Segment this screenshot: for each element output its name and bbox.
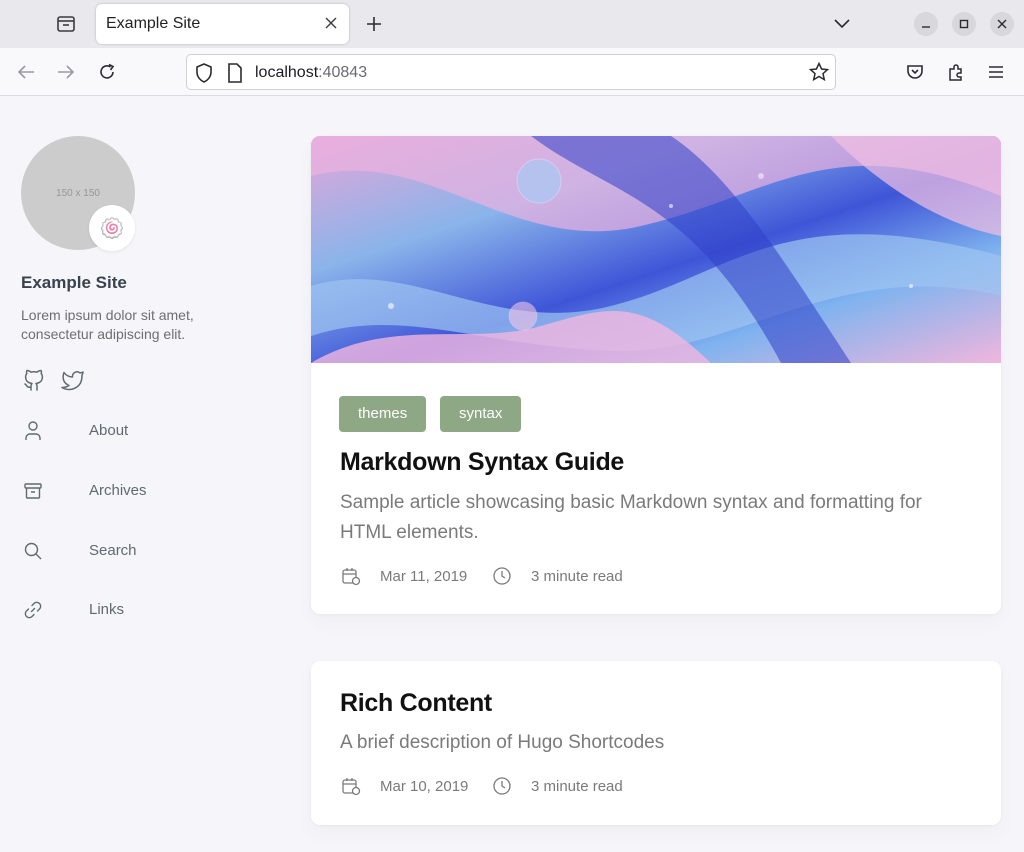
bookmark-star-icon[interactable] [808,61,830,87]
twitter-icon[interactable] [60,367,86,393]
tab-overview-icon[interactable] [52,12,80,36]
avatar-placeholder-text: 150 x 150 [56,187,100,199]
tab-title: Example Site [106,15,201,32]
avatar-emoji: 🍥 [89,205,135,251]
site-name[interactable]: Example Site [21,273,127,293]
nav-bar: localhost:40843 [0,48,1024,96]
maximize-icon[interactable] [952,12,976,36]
menu-item-links[interactable]: Links [21,595,241,625]
back-icon[interactable] [14,60,38,84]
menu-item-search[interactable]: Search [21,536,241,566]
post-read-time: 3 minute read [531,778,623,795]
tag-syntax[interactable]: syntax [440,396,522,432]
post-date: Mar 11, 2019 [380,568,468,585]
menu-label: About [89,422,129,439]
menu-icon[interactable] [984,60,1008,84]
post-title[interactable]: Markdown Syntax Guide [340,448,624,477]
close-window-icon[interactable] [990,12,1014,36]
reload-icon[interactable] [95,60,119,84]
menu-label: Links [89,601,125,618]
tag-themes[interactable]: themes [339,396,427,432]
menu-label: Search [89,542,137,559]
shield-icon[interactable] [195,63,213,88]
link-icon [21,598,45,622]
calendar-icon [340,775,362,797]
url-port: :40843 [318,64,368,81]
post-hero-image[interactable] [311,136,1001,363]
tag-list: themes syntax [339,396,739,432]
calendar-icon [340,565,362,587]
post-description: A brief description of Hugo Shortcodes [340,732,665,753]
extensions-icon[interactable] [944,60,968,84]
menu-label: Archives [89,482,147,499]
post-card[interactable]: themes syntax Markdown Syntax Guide Samp… [311,136,1001,614]
github-icon[interactable] [21,367,47,393]
post-read-time: 3 minute read [531,568,623,585]
sidebar: 150 x 150 🍥 Example Site Lorem ipsum dol… [0,97,290,852]
user-icon [21,419,45,443]
minimize-icon[interactable] [914,12,938,36]
post-description: Sample article showcasing basic Markdown… [340,492,922,543]
archive-icon [21,479,45,503]
chevron-down-icon[interactable] [830,12,854,36]
search-icon [21,539,45,563]
clock-icon [491,565,513,587]
url-text[interactable]: localhost:40843 [255,64,367,82]
swirl-emoji-icon: 🍥 [99,217,125,240]
active-tab[interactable]: Example Site [96,4,349,44]
post-title[interactable]: Rich Content [340,689,492,718]
pocket-icon[interactable] [903,60,927,84]
post-date: Mar 10, 2019 [380,778,469,795]
forward-icon[interactable] [54,60,78,84]
page-icon[interactable] [227,63,243,88]
close-tab-icon[interactable] [321,13,341,33]
post-card[interactable]: Rich Content A brief description of Hugo… [311,661,1001,825]
url-bar[interactable]: localhost:40843 [186,54,836,90]
url-host: localhost [255,64,319,81]
site-description: Lorem ipsum dolor sit amet, consectetur … [21,307,194,342]
menu-item-about[interactable]: About [21,416,241,446]
clock-icon [491,775,513,797]
tab-bar: Example Site [0,0,1024,48]
new-tab-icon[interactable] [362,12,386,36]
menu-item-archives[interactable]: Archives [21,476,241,506]
